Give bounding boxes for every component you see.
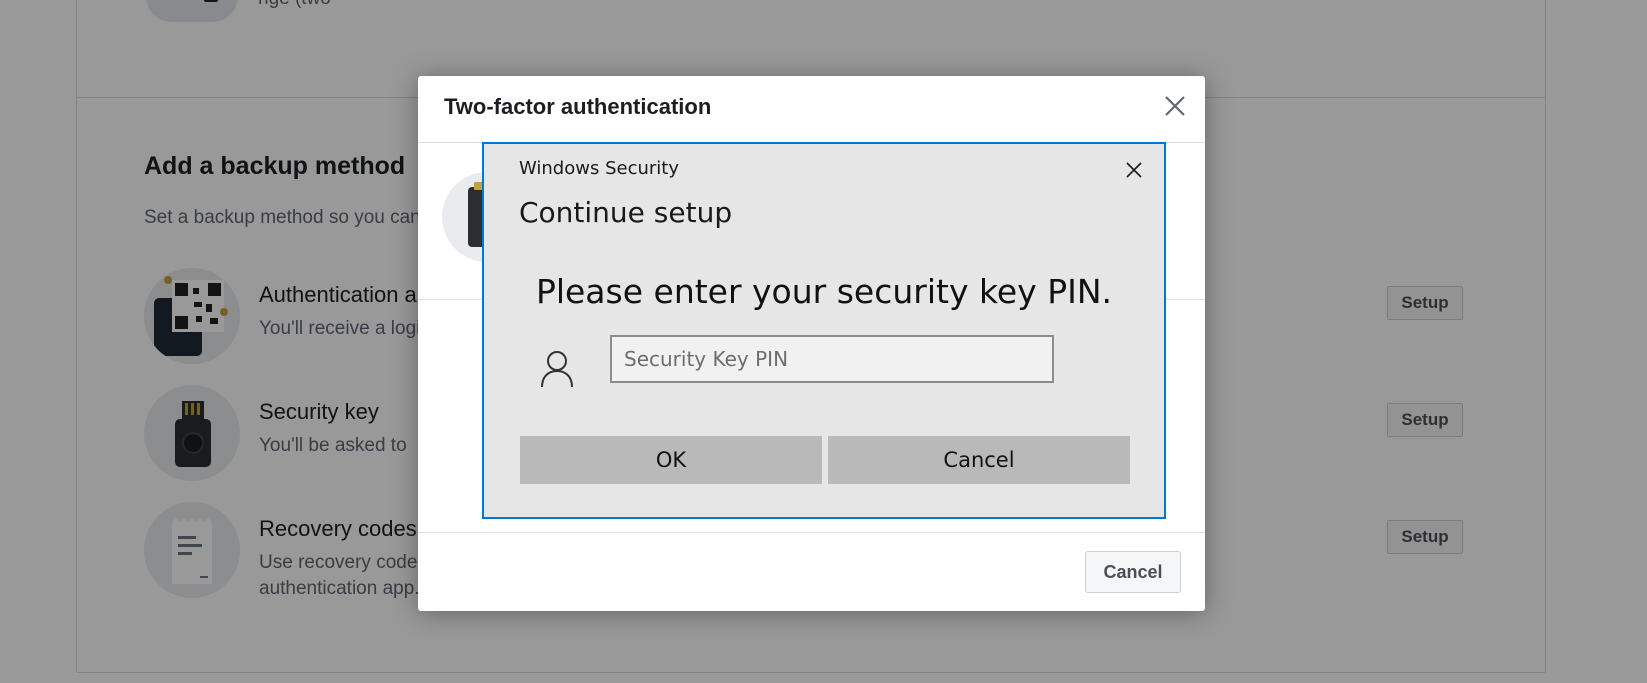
dialog-heading: Continue setup (519, 196, 733, 229)
cancel-button[interactable]: Cancel (1085, 551, 1181, 593)
dialog-caption: Windows Security (519, 158, 679, 179)
close-icon[interactable] (1161, 92, 1189, 120)
modal-header: Two-factor authentication (418, 76, 1205, 143)
windows-security-dialog: Windows Security Continue setup Please e… (482, 142, 1166, 519)
close-icon[interactable] (1122, 158, 1146, 182)
modal-footer: Cancel (418, 532, 1205, 611)
user-icon (540, 350, 574, 388)
ok-button[interactable]: OK (520, 436, 822, 484)
cancel-button[interactable]: Cancel (828, 436, 1130, 484)
modal-title: Two-factor authentication (444, 94, 712, 119)
pin-prompt: Please enter your security key PIN. (535, 272, 1113, 311)
security-key-pin-input[interactable] (610, 335, 1054, 383)
